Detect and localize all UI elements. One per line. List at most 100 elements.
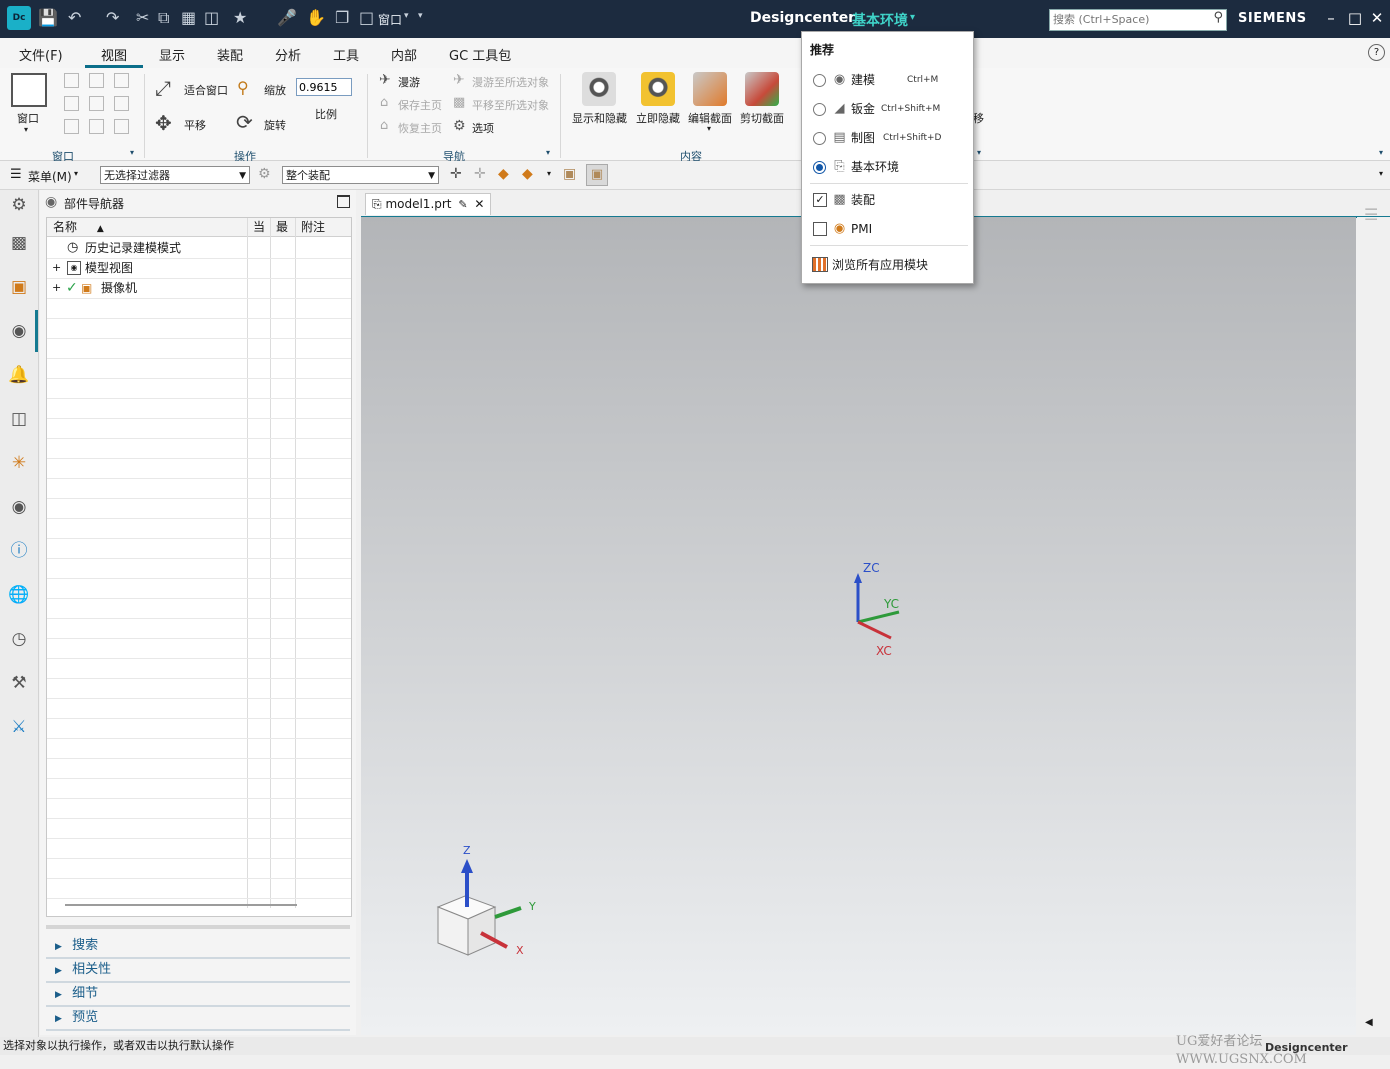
menu-button[interactable]: 菜单(M)	[28, 168, 72, 185]
tools-icon[interactable]: ⚒	[8, 672, 30, 694]
toolbar-options-chevron-icon[interactable]: ▾	[1379, 169, 1383, 178]
options-button[interactable]: 选项	[472, 120, 494, 136]
redo-icon[interactable]: ↷	[106, 9, 119, 27]
tab-tools[interactable]: 工具	[333, 45, 359, 64]
radio-button[interactable]	[813, 103, 826, 116]
environment-selector[interactable]: 基本环境	[852, 10, 908, 30]
clip-section-icon[interactable]	[745, 72, 779, 106]
assembly-navigator-icon[interactable]: ▩	[8, 232, 30, 254]
expand-icon[interactable]: +	[52, 258, 61, 278]
maximize-panel-icon[interactable]	[337, 195, 350, 208]
snap-body-icon[interactable]: ◆	[522, 166, 533, 182]
checkbox[interactable]	[813, 222, 827, 236]
menu-item-modeling[interactable]: ◉ 建模 Ctrl+M	[802, 67, 973, 93]
fly-icon[interactable]: ✈	[379, 72, 391, 88]
help-icon[interactable]: ?	[1368, 44, 1385, 61]
window-button-icon[interactable]	[11, 73, 47, 107]
tab-gc-toolkit[interactable]: GC 工具包	[449, 45, 511, 64]
menu-item-pmi[interactable]: ◉ PMI	[802, 216, 973, 242]
reuse-library-icon[interactable]: ◫	[8, 408, 30, 430]
panel-dependencies[interactable]: ▶ 相关性	[46, 959, 350, 983]
window-icon[interactable]: ❐	[335, 9, 349, 27]
column-header-notes[interactable]: 附注	[295, 218, 351, 237]
tab-file[interactable]: 文件(F)	[19, 45, 63, 64]
chevron-down-icon[interactable]: ▾	[404, 11, 409, 21]
expand-icon[interactable]: +	[52, 278, 61, 298]
tab-display[interactable]: 显示	[159, 45, 185, 64]
search-icon[interactable]: ⚲	[1213, 10, 1223, 25]
menu-item-gateway[interactable]: ⎘ 基本环境	[802, 154, 973, 180]
save-icon[interactable]: 💾	[38, 9, 58, 27]
tree-row-history-mode[interactable]: ◷ 历史记录建模模式	[47, 238, 351, 259]
panel-search[interactable]: ▶ 搜索	[46, 935, 350, 959]
close-icon[interactable]: ✕	[1366, 8, 1388, 28]
scope-dropdown[interactable]: 整个装配 ▼	[282, 166, 439, 184]
menu-icon[interactable]: ☰	[10, 167, 22, 182]
menu-item-assemblies[interactable]: ✓ ▩ 装配	[802, 187, 973, 213]
undo-icon[interactable]: ↶	[68, 9, 81, 27]
column-header-latest[interactable]: 最	[270, 218, 295, 237]
layout-four-icon[interactable]	[89, 96, 104, 111]
copy-icon[interactable]: ⧉	[158, 9, 169, 27]
hd3d-icon[interactable]: ✳	[8, 452, 30, 474]
options-icon[interactable]: ⚙	[453, 118, 466, 134]
layout-two-vertical-icon[interactable]	[89, 73, 104, 88]
tab-analysis[interactable]: 分析	[275, 45, 301, 64]
tab-view[interactable]: 视图	[101, 45, 127, 64]
radio-button[interactable]	[813, 132, 826, 145]
splitter[interactable]	[46, 925, 350, 929]
tree-row-cameras[interactable]: + ✓ ▣ 摄像机	[47, 278, 351, 299]
notifications-icon[interactable]: 🔔	[8, 364, 30, 386]
component-select-icon[interactable]: ▣	[586, 164, 608, 186]
zoom-button[interactable]: 缩放	[264, 82, 286, 98]
maximize-icon[interactable]: □	[1344, 8, 1366, 28]
show-hide-icon[interactable]	[582, 72, 616, 106]
menu-item-drafting[interactable]: ▤ 制图 Ctrl+Shift+D	[802, 125, 973, 151]
window-menu[interactable]: 窗口	[378, 11, 402, 28]
scale-input[interactable]	[296, 78, 352, 96]
ribbon-options-chevron-icon[interactable]: ▾	[1379, 148, 1383, 157]
group-navigation-chevron-icon[interactable]: ▾	[546, 148, 550, 157]
web-browser-icon[interactable]: 🌐	[8, 584, 30, 606]
zoom-icon[interactable]: ⚲	[237, 78, 249, 97]
edit-section-icon[interactable]	[693, 72, 727, 106]
history-icon[interactable]: ◷	[8, 628, 30, 650]
layout-three-left-icon[interactable]	[64, 96, 79, 111]
radio-button-selected[interactable]	[813, 161, 826, 174]
layout-nine-icon[interactable]	[114, 119, 129, 134]
group-window-chevron-icon[interactable]: ▾	[130, 148, 134, 157]
fit-window-icon[interactable]: ⤢	[155, 76, 171, 100]
menu-item-sheet-metal[interactable]: ◢ 钣金 Ctrl+Shift+M	[802, 96, 973, 122]
menu-chevron-icon[interactable]: ▾	[74, 169, 78, 178]
window-button-chevron-icon[interactable]: ▾	[24, 125, 28, 134]
tree-row-model-views[interactable]: + ◉ 模型视图	[47, 258, 351, 279]
process-studio-icon[interactable]: ◉	[8, 496, 30, 518]
environment-chevron-icon[interactable]: ▾	[910, 12, 915, 23]
close-tab-icon[interactable]: ✕	[474, 197, 484, 211]
star-icon[interactable]: ★	[233, 9, 247, 27]
document-tab[interactable]: ⎘ model1.prt ✎ ✕	[365, 193, 492, 215]
rotate-button[interactable]: 旋转	[264, 117, 286, 133]
snap-point-icon[interactable]: ✛	[450, 166, 462, 182]
command-search[interactable]: ⚲	[1049, 9, 1227, 31]
edit-section-chevron-icon[interactable]: ▾	[707, 124, 711, 133]
immediate-hide-icon[interactable]	[641, 72, 675, 106]
show-hide-button[interactable]: 显示和隐藏	[572, 110, 627, 126]
tab-assembly[interactable]: 装配	[217, 45, 243, 64]
touch-mode-icon[interactable]: ✋	[306, 9, 326, 27]
collapse-arrow-icon[interactable]: ◀	[1365, 1017, 1373, 1028]
radio-button[interactable]	[813, 74, 826, 87]
box-select-icon[interactable]: ▣	[563, 166, 576, 182]
view-triad[interactable]: Z Y X	[436, 844, 536, 957]
cut-icon[interactable]: ✂	[136, 9, 149, 27]
layout-six-alt-icon[interactable]	[89, 119, 104, 134]
app-logo[interactable]: Dc	[7, 6, 31, 30]
clip-section-button[interactable]: 剪切截面	[740, 110, 784, 126]
search-input[interactable]	[1050, 10, 1206, 28]
quick-pick-icon[interactable]: ☰	[1364, 205, 1378, 224]
customize-chevron-icon[interactable]: ▾	[418, 11, 423, 21]
layout-two-horizontal-icon[interactable]	[114, 73, 129, 88]
window-button-label[interactable]: 窗口	[17, 110, 39, 126]
group-content-chevron-icon[interactable]: ▾	[977, 148, 981, 157]
snap-face-icon[interactable]: ◆	[498, 166, 509, 182]
